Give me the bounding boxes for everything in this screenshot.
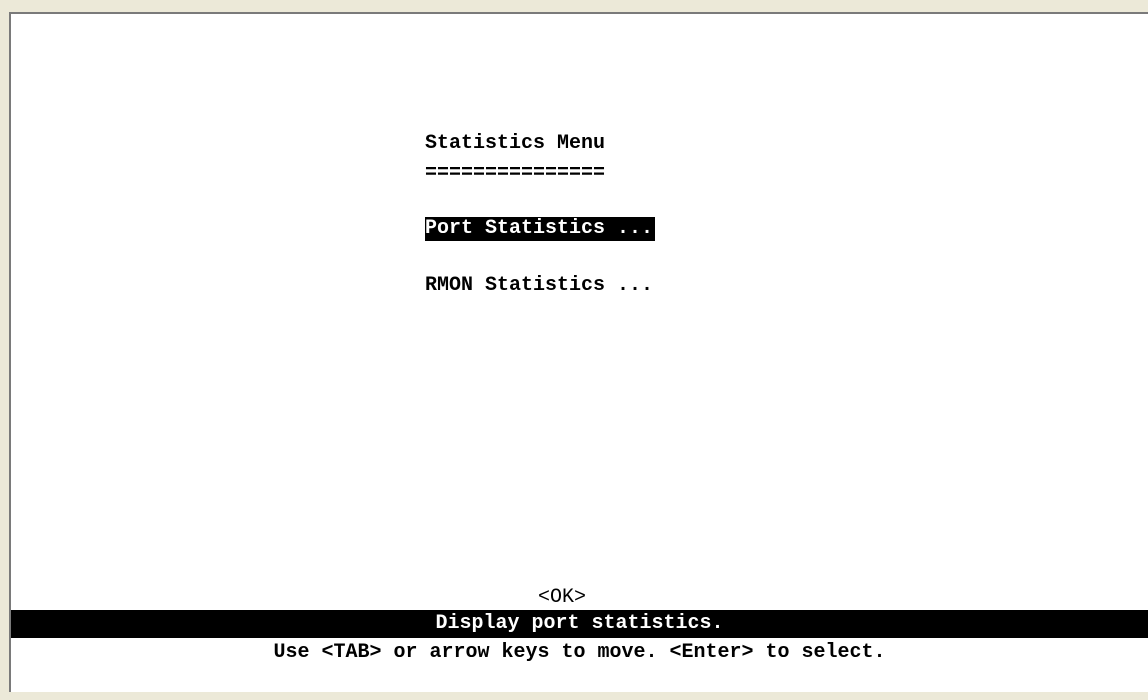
menu-item-port-statistics[interactable]: Port Statistics ... bbox=[425, 217, 656, 241]
keyboard-hint: Use <TAB> or arrow keys to move. <Enter>… bbox=[273, 641, 886, 664]
menu-item-rmon-statistics[interactable]: RMON Statistics ... bbox=[425, 274, 655, 298]
menu-title: Statistics Menu bbox=[425, 132, 606, 155]
console-window: Statistics Menu =============== Port Sta… bbox=[0, 0, 1148, 700]
status-bar: Display port statistics. bbox=[11, 610, 1148, 638]
ok-button[interactable]: <OK> bbox=[538, 586, 586, 610]
terminal-screen: Statistics Menu =============== Port Sta… bbox=[9, 12, 1148, 692]
menu-title-underline: =============== bbox=[425, 162, 606, 185]
status-bar-text: Display port statistics. bbox=[435, 612, 724, 635]
